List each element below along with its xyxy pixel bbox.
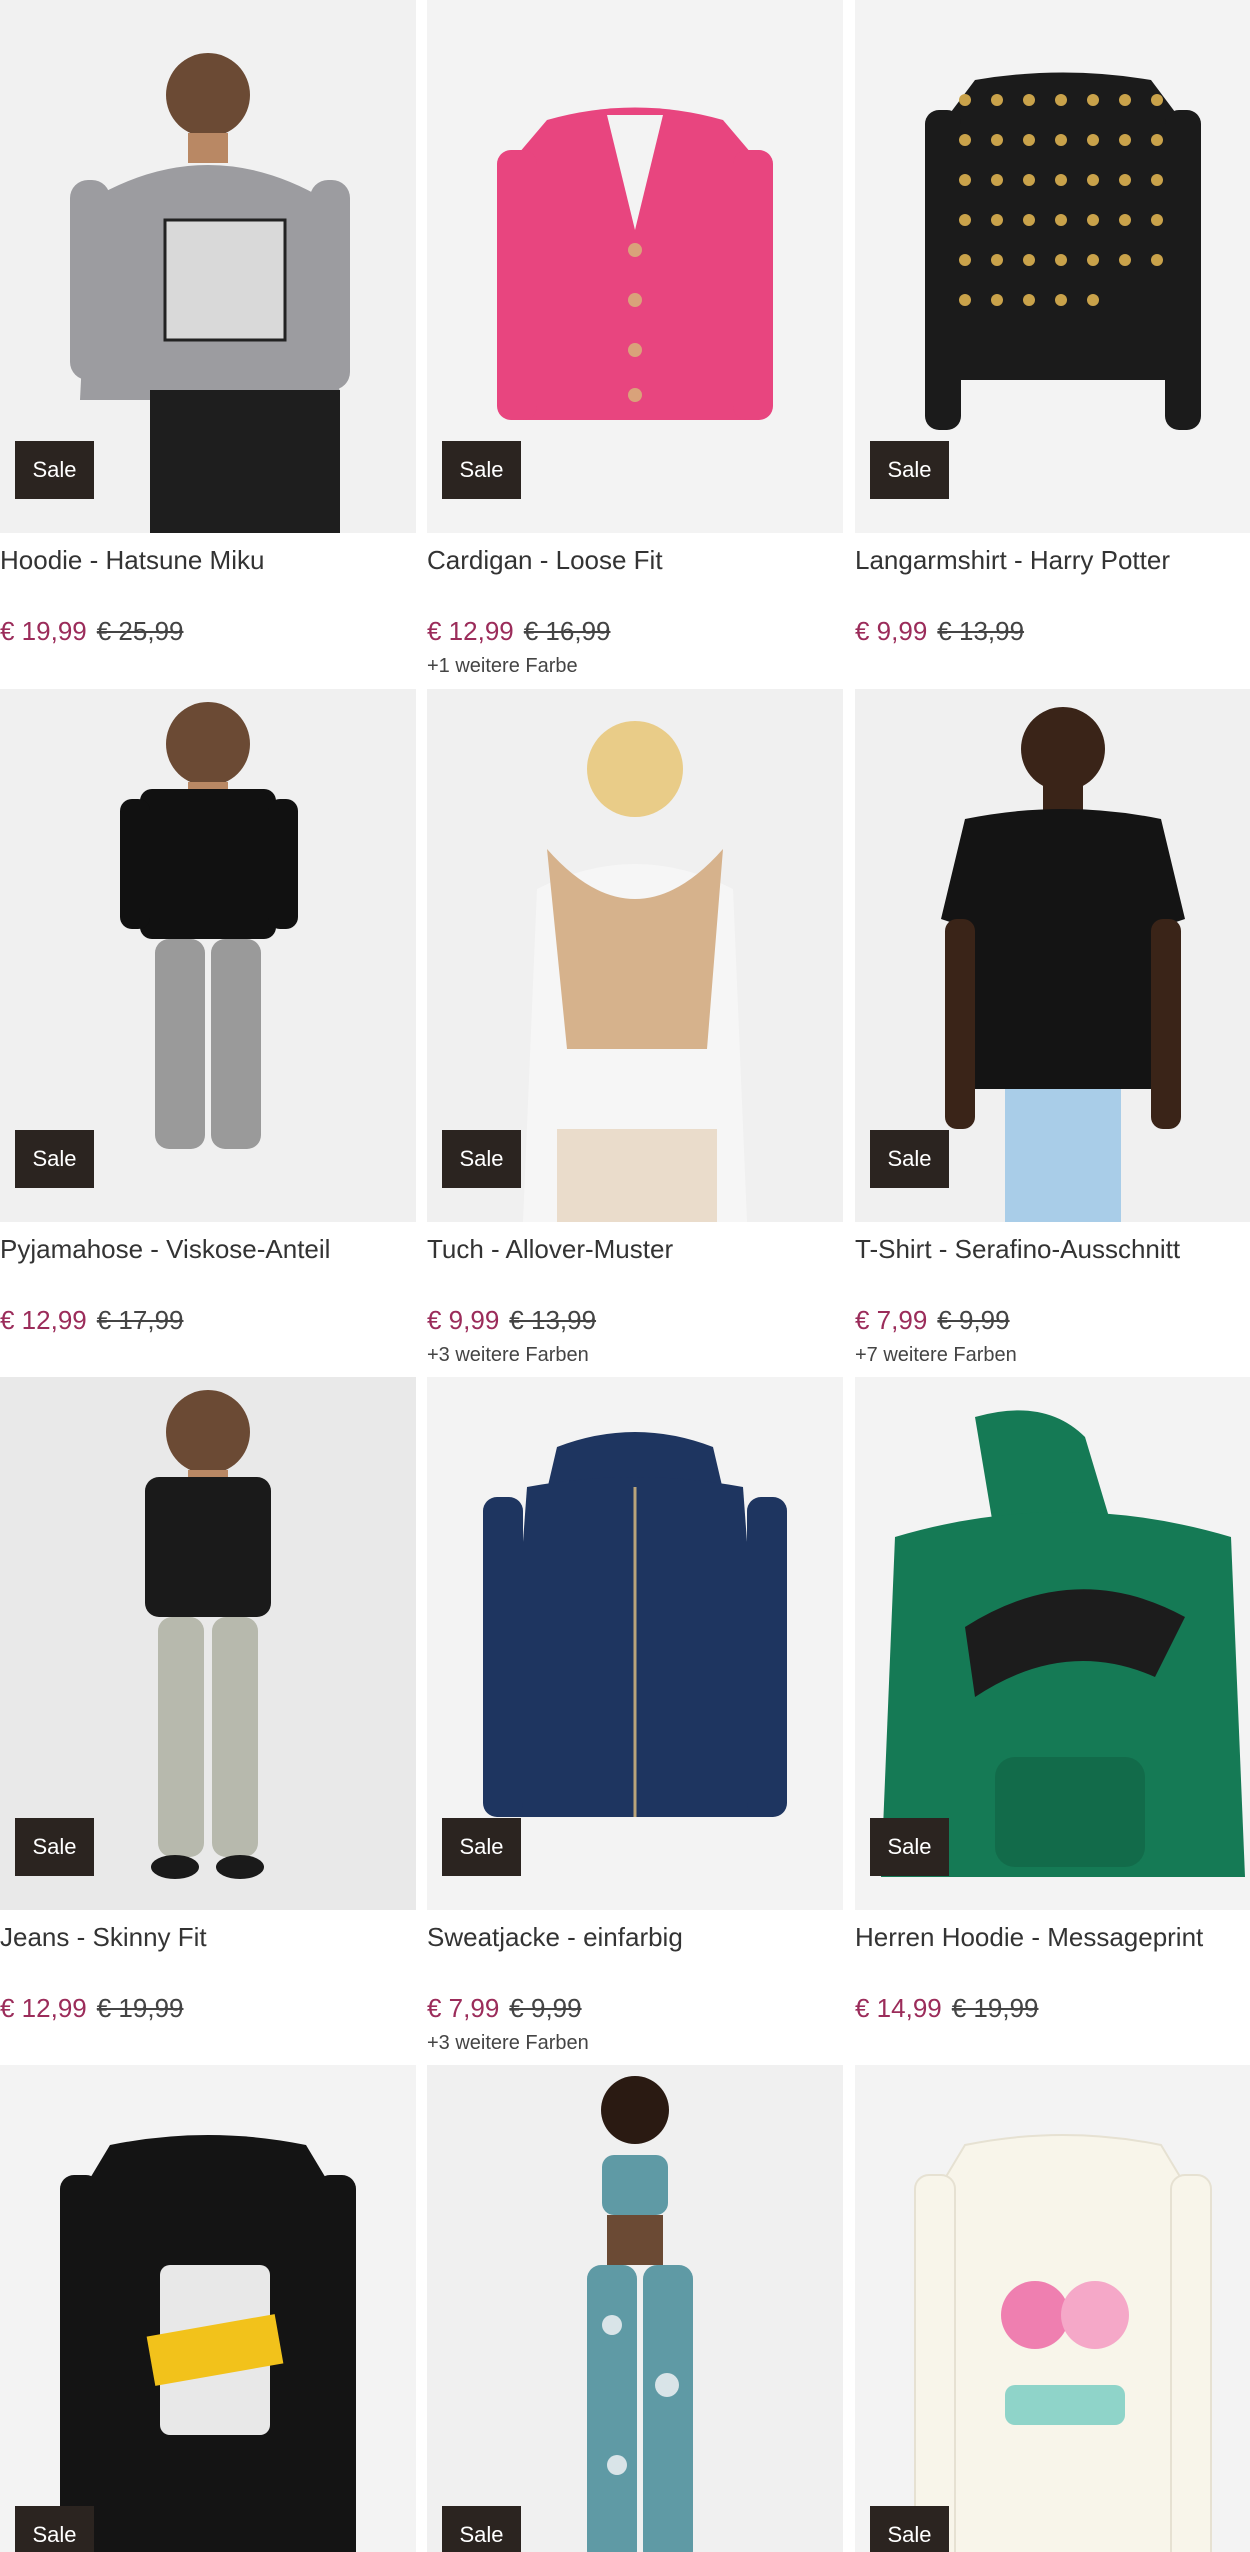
product-image[interactable]: Sale (0, 2065, 416, 2552)
sale-badge: Sale (442, 1818, 521, 1876)
sale-badge: Sale (15, 1130, 94, 1188)
product-image[interactable]: Sale (427, 0, 843, 533)
sale-price: € 19,99 (0, 616, 87, 646)
sale-badge: Sale (442, 1130, 521, 1188)
product-card[interactable]: Sale Hoodie - Hatsune Miku € 19,99 € 25,99 (0, 0, 416, 646)
product-title[interactable]: Sweatjacke - einfarbig (427, 1922, 683, 1953)
product-title[interactable]: Hoodie - Hatsune Miku (0, 545, 264, 576)
original-price: € 19,99 (96, 1993, 184, 2023)
sale-badge: Sale (870, 2506, 949, 2552)
product-card[interactable]: Sale Jeans - Skinny Fit € 12,99 € 19,99 (0, 1377, 416, 2023)
product-title[interactable]: Jeans - Skinny Fit (0, 1922, 207, 1953)
product-card[interactable]: Sale T-Shirt - Serafino-Ausschnitt € 7,99 €… (855, 689, 1250, 1366)
price-row: € 7,99 € 9,99 (427, 1993, 582, 2024)
more-colors-link[interactable]: +7 weitere Farben (855, 1344, 1017, 1367)
product-image[interactable]: Sale (0, 689, 416, 1222)
more-colors-link[interactable]: +1 weitere Farbe (427, 655, 578, 678)
product-image[interactable]: Sale (427, 1377, 843, 1910)
sale-price: € 12,99 (427, 616, 514, 646)
product-card[interactable]: Sale (427, 2065, 843, 2552)
product-card[interactable]: Sale Sweatjacke - einfarbig € 7,99 € 9,99 +3… (427, 1377, 843, 2054)
product-card[interactable]: Sale Cardigan - Loose Fit € 12,99 € 16,99 +1… (427, 0, 843, 677)
product-title[interactable]: T-Shirt - Serafino-Ausschnitt (855, 1234, 1180, 1265)
sale-price: € 12,99 (0, 1305, 87, 1335)
original-price: € 13,99 (509, 1305, 597, 1335)
sale-price: € 7,99 (427, 1993, 500, 2023)
sale-badge: Sale (15, 441, 94, 499)
product-title[interactable]: Cardigan - Loose Fit (427, 545, 663, 576)
original-price: € 9,99 (509, 1993, 582, 2023)
product-card[interactable]: Sale Langarmshirt - Harry Potter € 9,99 € 1… (855, 0, 1250, 646)
price-row: € 9,99 € 13,99 (427, 1305, 596, 1336)
sale-price: € 7,99 (855, 1305, 928, 1335)
product-image[interactable]: Sale (855, 0, 1250, 533)
product-grid: Sale Hoodie - Hatsune Miku € 19,99 € 25,99 … (0, 0, 1250, 2552)
sale-badge: Sale (15, 1818, 94, 1876)
sale-badge: Sale (870, 1130, 949, 1188)
price-row: € 14,99 € 19,99 (855, 1993, 1039, 2024)
cream-carebears-longsleeve-illustration (914, 2134, 1212, 2552)
price-row: € 9,99 € 13,99 (855, 616, 1024, 647)
product-image[interactable]: Sale (855, 1377, 1250, 1910)
product-card[interactable]: Sale Pyjamahose - Viskose-Anteil € 12,99 € … (0, 689, 416, 1335)
price-row: € 7,99 € 9,99 (855, 1305, 1010, 1336)
product-image[interactable]: Sale (0, 1377, 416, 1910)
price-row: € 19,99 € 25,99 (0, 616, 184, 647)
product-image[interactable]: Sale (855, 689, 1250, 1222)
sale-price: € 14,99 (855, 1993, 942, 2023)
product-title[interactable]: Tuch - Allover-Muster (427, 1234, 673, 1265)
price-row: € 12,99 € 16,99 (427, 616, 611, 647)
product-image[interactable]: Sale (427, 689, 843, 1222)
sale-price: € 12,99 (0, 1993, 87, 2023)
product-title[interactable]: Pyjamahose - Viskose-Anteil (0, 1234, 330, 1265)
more-colors-link[interactable]: +3 weitere Farben (427, 2032, 589, 2055)
product-card[interactable]: Sale Tuch - Allover-Muster € 9,99 € 13,99 +3… (427, 689, 843, 1366)
sale-badge: Sale (870, 441, 949, 499)
more-colors-link[interactable]: +3 weitere Farben (427, 1344, 589, 1367)
sale-price: € 9,99 (427, 1305, 500, 1335)
product-title[interactable]: Langarmshirt - Harry Potter (855, 545, 1170, 576)
sale-badge: Sale (15, 2506, 94, 2552)
black-print-longsleeve-illustration (60, 2135, 356, 2552)
product-image[interactable]: Sale (855, 2065, 1250, 2552)
sale-badge: Sale (442, 2506, 521, 2552)
original-price: € 17,99 (96, 1305, 184, 1335)
product-image[interactable]: Sale (427, 2065, 843, 2552)
product-card[interactable]: Sale Herren Hoodie - Messageprint € 14,99 €… (855, 1377, 1250, 2023)
product-card[interactable]: Sale (0, 2065, 416, 2552)
original-price: € 9,99 (937, 1305, 1010, 1335)
original-price: € 19,99 (951, 1993, 1039, 2023)
sale-badge: Sale (870, 1818, 949, 1876)
sale-price: € 9,99 (855, 616, 928, 646)
price-row: € 12,99 € 17,99 (0, 1305, 184, 1336)
original-price: € 25,99 (96, 616, 184, 646)
product-image[interactable]: Sale (0, 0, 416, 533)
original-price: € 13,99 (937, 616, 1025, 646)
sale-badge: Sale (442, 441, 521, 499)
model-sport-set-illustration (587, 2076, 693, 2552)
product-title[interactable]: Herren Hoodie - Messageprint (855, 1922, 1203, 1953)
price-row: € 12,99 € 19,99 (0, 1993, 184, 2024)
original-price: € 16,99 (523, 616, 611, 646)
product-card[interactable]: Sale (855, 2065, 1250, 2552)
